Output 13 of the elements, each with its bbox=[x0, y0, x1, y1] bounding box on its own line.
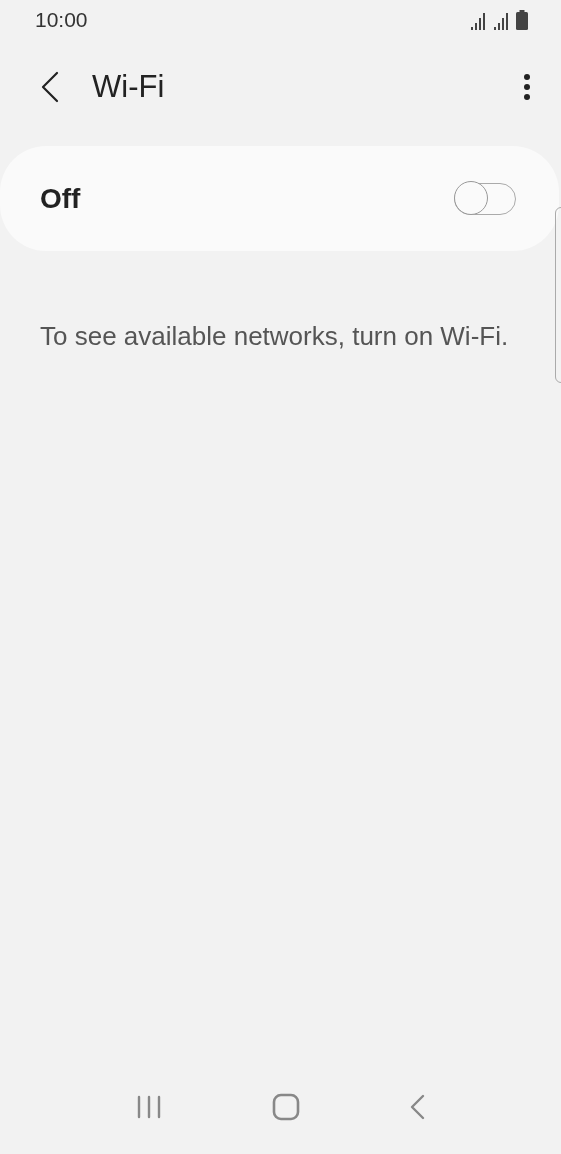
status-time: 10:00 bbox=[35, 8, 88, 32]
switch-label: Off bbox=[40, 182, 81, 215]
battery-icon bbox=[516, 10, 528, 30]
signal-icon bbox=[493, 12, 510, 30]
home-button[interactable] bbox=[271, 1093, 300, 1121]
wifi-switch-card[interactable]: Off bbox=[0, 146, 559, 251]
signal-icon bbox=[470, 12, 487, 30]
back-nav-button[interactable] bbox=[408, 1094, 427, 1120]
page-title: Wi-Fi bbox=[92, 69, 166, 105]
back-button[interactable] bbox=[40, 71, 60, 103]
wifi-toggle[interactable] bbox=[454, 182, 516, 215]
more-options-button[interactable] bbox=[523, 73, 531, 101]
info-message: To see available networks, turn on Wi-Fi. bbox=[40, 320, 510, 353]
